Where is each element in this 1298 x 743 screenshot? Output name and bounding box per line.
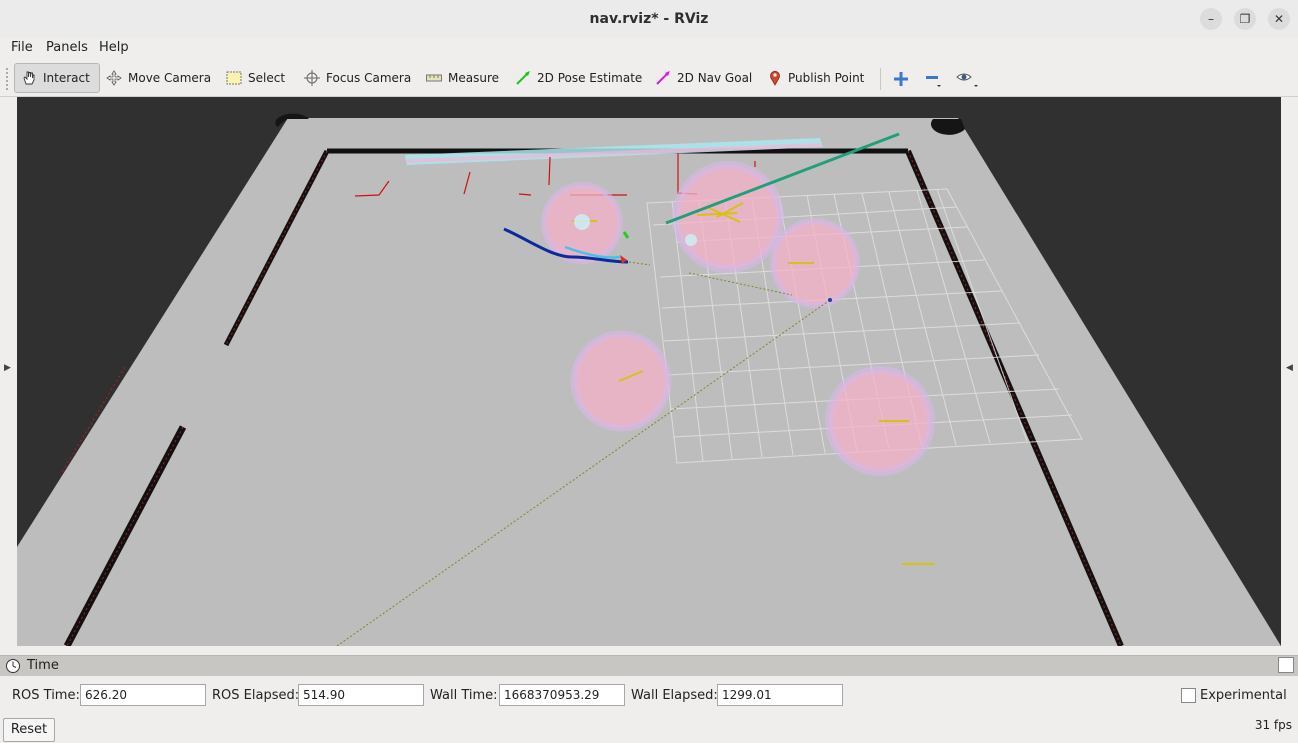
experimental-checkbox[interactable]: [1181, 688, 1196, 703]
tool-label: 2D Pose Estimate: [537, 71, 643, 85]
tool-label: 2D Nav Goal: [677, 71, 753, 85]
tool-2d-nav-goal[interactable]: 2D Nav Goal: [649, 63, 758, 93]
window-titlebar: nav.rviz* - RViz – ❐ ✕: [0, 0, 1298, 39]
pink-arrow-icon: [656, 71, 670, 85]
left-dock-toggle[interactable]: ▶: [0, 97, 15, 646]
time-panel-title: Time: [27, 658, 59, 673]
experimental-label: Experimental: [1200, 688, 1287, 703]
tool-move-camera[interactable]: Move Camera: [100, 63, 217, 93]
minimize-icon: –: [1208, 12, 1214, 26]
ros-time-label: ROS Time:: [12, 688, 80, 703]
tool-toolbar: Interact Move Camera Select Focus Camera…: [0, 60, 1298, 97]
clock-icon: [6, 659, 20, 673]
wall-time-field[interactable]: 1668370953.29: [499, 684, 625, 706]
crosshair-icon: [304, 70, 320, 86]
panel-splitter[interactable]: [0, 646, 1298, 655]
ruler-icon: [426, 74, 442, 82]
ros-elapsed-label: ROS Elapsed:: [212, 688, 300, 703]
time-panel-header: Time: [0, 655, 1298, 676]
right-triangle-icon: ▶: [4, 363, 11, 373]
menu-help[interactable]: Help: [99, 40, 129, 55]
maximize-button[interactable]: ❐: [1234, 8, 1256, 30]
select-box-icon: [226, 71, 242, 85]
tool-label: Measure: [448, 71, 499, 85]
tool-focus-camera[interactable]: Focus Camera: [298, 63, 417, 93]
plus-icon: [894, 72, 908, 86]
tool-2d-pose-estimate[interactable]: 2D Pose Estimate: [509, 63, 648, 93]
window-title: nav.rviz* - RViz: [589, 11, 709, 27]
time-panel: ROS Time: 626.20 ROS Elapsed: 514.90 Wal…: [0, 676, 1298, 743]
close-button[interactable]: ✕: [1268, 8, 1290, 30]
tool-label: Focus Camera: [326, 71, 412, 85]
toolbar-grip[interactable]: [6, 68, 10, 90]
tool-select[interactable]: Select: [220, 63, 291, 93]
panel-float-button[interactable]: [1278, 657, 1294, 673]
menu-panels[interactable]: Panels: [46, 40, 88, 55]
menubar: File Panels Help: [0, 38, 1298, 60]
wall-elapsed-field[interactable]: 1299.01: [717, 684, 843, 706]
view-toggle-button[interactable]: [953, 66, 981, 92]
tool-label: Publish Point: [788, 71, 865, 85]
tool-interact[interactable]: Interact: [14, 63, 100, 93]
minus-icon: [926, 76, 941, 87]
tool-measure[interactable]: Measure: [420, 63, 505, 93]
menu-file[interactable]: File: [11, 40, 33, 55]
tool-label: Select: [248, 71, 286, 85]
scene-render: [17, 113, 1281, 646]
render-viewport[interactable]: [17, 97, 1281, 646]
reset-button[interactable]: Reset: [3, 718, 55, 742]
left-triangle-icon: ◀: [1286, 363, 1293, 373]
tool-label: Interact: [43, 71, 90, 85]
eye-icon: [956, 73, 978, 87]
remove-tool-button[interactable]: [920, 66, 948, 92]
ros-time-field[interactable]: 626.20: [80, 684, 206, 706]
add-tool-button[interactable]: [887, 66, 915, 92]
ros-elapsed-field[interactable]: 514.90: [298, 684, 424, 706]
hand-icon: [23, 71, 35, 85]
restore-icon: ❐: [1239, 12, 1251, 26]
wall-elapsed-label: Wall Elapsed:: [631, 688, 718, 703]
toolbar-separator: [880, 68, 881, 90]
tool-publish-point[interactable]: Publish Point: [762, 63, 870, 93]
move-camera-icon: [106, 70, 122, 86]
fps-counter: 31 fps: [1254, 718, 1292, 732]
map-pin-icon: [770, 71, 780, 86]
green-arrow-icon: [516, 71, 530, 85]
close-icon: ✕: [1273, 12, 1285, 26]
right-dock-toggle[interactable]: ◀: [1282, 97, 1297, 646]
tool-label: Move Camera: [128, 71, 212, 85]
minimize-button[interactable]: –: [1200, 8, 1222, 30]
wall-time-label: Wall Time:: [430, 688, 498, 703]
